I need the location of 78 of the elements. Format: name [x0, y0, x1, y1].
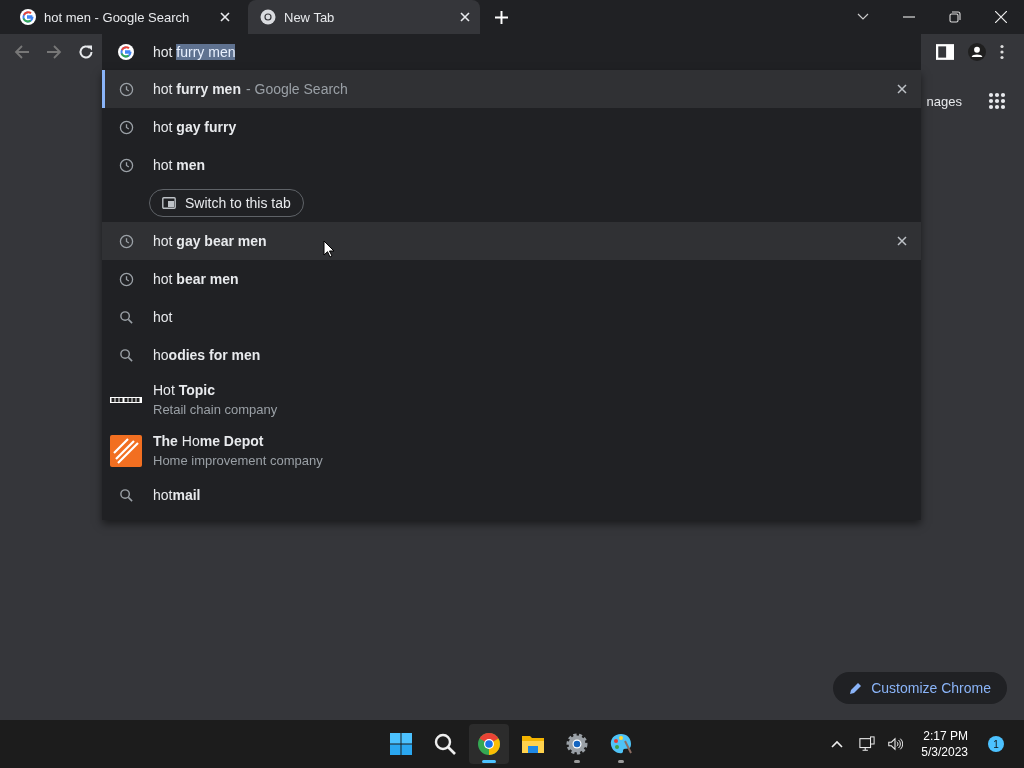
chevron-up-icon[interactable]	[831, 740, 844, 748]
remove-icon[interactable]	[897, 236, 907, 246]
clock-icon	[118, 233, 134, 249]
suggestion-description: Retail chain company	[153, 402, 279, 417]
tab-icon	[162, 197, 176, 209]
running-indicator	[618, 760, 624, 763]
search-icon	[118, 487, 134, 503]
mouse-cursor-icon	[323, 240, 335, 258]
clock-icon	[118, 81, 134, 97]
store-logo-icon	[110, 434, 142, 467]
suggestion-item[interactable]: hot bear men	[102, 260, 921, 298]
time-text: 2:17 PM	[923, 729, 968, 743]
remove-icon[interactable]	[897, 84, 907, 94]
forward-arrow-icon[interactable]	[46, 44, 62, 60]
google-icon	[118, 44, 134, 60]
back-arrow-icon[interactable]	[14, 44, 30, 60]
restore-icon[interactable]	[949, 11, 961, 23]
suggestion-description: Home improvement company	[153, 453, 324, 468]
selected-completion: furry men	[176, 44, 236, 60]
profile-icon[interactable]	[968, 43, 986, 61]
tab-title: New Tab	[284, 9, 336, 25]
plus-icon[interactable]	[495, 10, 508, 24]
customize-chrome-button[interactable]: Customize Chrome	[833, 672, 1007, 704]
suggestion-item[interactable]: The Home Depot Home improvement company	[102, 425, 921, 476]
suggestion-text: hot men	[153, 157, 206, 173]
chrome-icon	[260, 9, 276, 25]
suggestion-text: hot	[153, 309, 173, 325]
menu-icon[interactable]	[1000, 43, 1004, 61]
suggestion-item[interactable]: Hot Topic Retail chain company	[102, 374, 921, 425]
suggestion-text: hot gay bear men	[153, 233, 267, 249]
reload-icon[interactable]	[78, 44, 94, 60]
images-link[interactable]: nages	[926, 93, 962, 109]
taskbar-app[interactable]	[469, 724, 509, 764]
clock-icon	[118, 119, 134, 135]
close-icon[interactable]	[220, 12, 230, 22]
search-icon	[433, 732, 457, 756]
wordmark-logo-icon	[110, 395, 142, 404]
network-icon[interactable]	[859, 736, 876, 752]
suggestion-source: - Google Search	[245, 81, 348, 97]
windows-logo-icon	[389, 732, 413, 756]
suggestion-text: The Home Depot	[153, 433, 264, 449]
suggestion-text: hot bear men	[153, 271, 239, 287]
close-icon[interactable]	[995, 11, 1007, 23]
address-text: hot	[153, 44, 174, 60]
suggestion-text: hot furry men	[153, 81, 241, 97]
date-text: 5/3/2023	[921, 745, 968, 759]
notification-badge[interactable]: 1	[988, 736, 1004, 752]
chrome-icon	[477, 732, 501, 756]
suggestion-item[interactable]: hot	[102, 298, 921, 336]
suggestion-text: hotmail	[153, 487, 201, 503]
clock-icon	[118, 157, 134, 173]
speaker-icon[interactable]	[887, 736, 904, 752]
suggestion-item[interactable]: hoodies for men	[102, 336, 921, 374]
clock[interactable]: 2:17 PM 5/3/2023	[921, 729, 968, 759]
browser-tab[interactable]: hot men - Google Search	[8, 0, 240, 34]
tab-title: hot men - Google Search	[44, 9, 191, 25]
gear-icon	[565, 732, 589, 756]
suggestion-item[interactable]: hot gay furry	[102, 108, 921, 146]
search-icon	[118, 347, 134, 363]
close-icon[interactable]	[460, 12, 470, 22]
suggestion-item[interactable]: hot gay bear men	[102, 222, 921, 260]
suggestion-item[interactable]: hotmail	[102, 476, 921, 514]
google-icon	[20, 9, 36, 25]
apps-grid-icon[interactable]	[988, 92, 1006, 110]
active-indicator	[482, 760, 496, 763]
pencil-icon	[849, 681, 864, 695]
clock-icon	[118, 271, 134, 287]
browser-tab[interactable]: New Tab	[248, 0, 480, 34]
running-indicator	[574, 760, 580, 763]
suggestion-text: Hot Topic	[153, 382, 215, 398]
search-icon	[118, 309, 134, 325]
palette-icon	[609, 732, 633, 756]
side-panel-icon[interactable]	[936, 43, 954, 61]
address-bar[interactable]: hot furry men	[102, 34, 921, 70]
suggestion-item[interactable]: hot furry men - Google Search	[102, 70, 921, 108]
suggestion-text: hoodies for men	[153, 347, 261, 363]
suggestion-item[interactable]: hot men	[102, 146, 921, 184]
suggestion-text: hot gay furry	[153, 119, 237, 135]
